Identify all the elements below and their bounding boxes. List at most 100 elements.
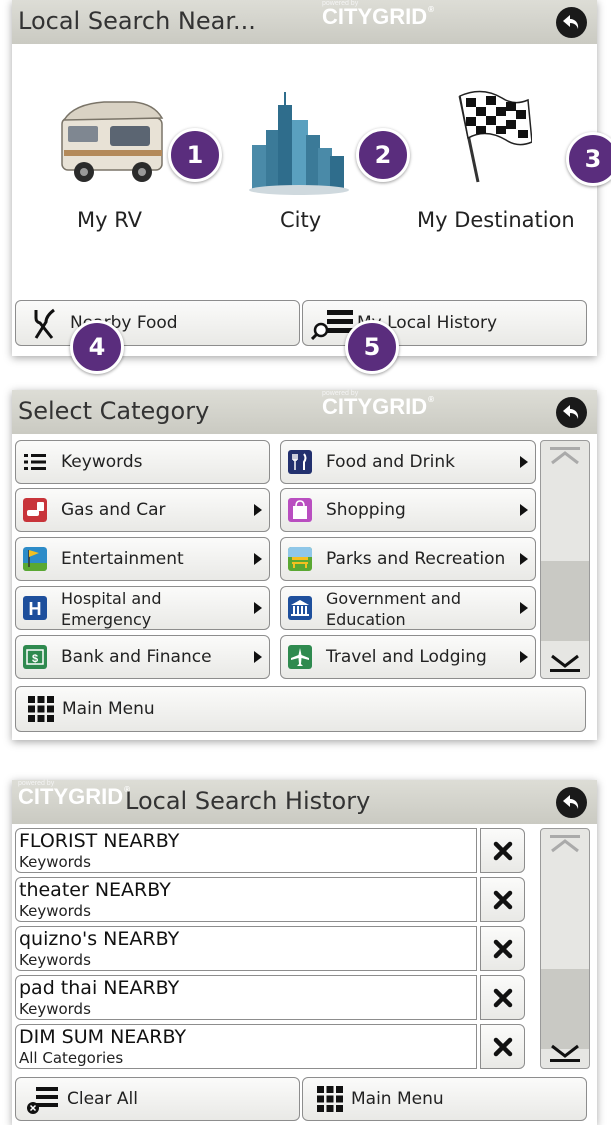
back-arrow-icon: [563, 15, 579, 29]
category-keywords[interactable]: Keywords: [15, 440, 270, 484]
category-label: Keywords: [61, 452, 143, 472]
category-food-and-drink[interactable]: Food and Drink: [280, 440, 536, 484]
page-title: Local Search Near...: [18, 7, 256, 35]
category-scrollbar[interactable]: [540, 440, 590, 679]
category-parks-and-recreation[interactable]: Parks and Recreation: [280, 537, 536, 581]
header-bar: Local Search Near... powered by CITYGRID®: [12, 0, 597, 44]
history-item[interactable]: DIM SUM NEARBY All Categories: [15, 1024, 525, 1069]
category-label: Government and Education: [326, 589, 461, 629]
history-category: Keywords: [19, 902, 91, 920]
close-icon: [493, 939, 513, 959]
scroll-down-icon[interactable]: [550, 1044, 580, 1062]
history-category: Keywords: [19, 1000, 91, 1018]
category-label: Food and Drink: [326, 452, 455, 472]
airplane-icon: [288, 645, 312, 669]
submenu-arrow-icon: [520, 651, 528, 663]
main-menu-button[interactable]: Main Menu: [302, 1077, 587, 1121]
history-term: FLORIST NEARBY: [19, 830, 180, 852]
clear-all-label: Clear All: [67, 1089, 138, 1109]
history-term: DIM SUM NEARBY: [19, 1026, 187, 1048]
submenu-arrow-icon: [520, 553, 528, 565]
city-skyline-icon: [249, 92, 349, 195]
main-menu-button[interactable]: Main Menu: [15, 686, 586, 732]
back-button[interactable]: [556, 397, 587, 428]
nearby-food-button[interactable]: Nearby Food: [15, 300, 300, 346]
option-my-destination[interactable]: 3 My Destination: [412, 62, 611, 242]
submenu-arrow-icon: [254, 602, 262, 614]
callout-badge-2: 2: [356, 128, 410, 182]
my-local-history-button[interactable]: My Local History: [302, 300, 587, 346]
delete-button[interactable]: [480, 877, 525, 922]
option-city[interactable]: 2 City: [232, 62, 412, 242]
history-term: pad thai NEARBY: [19, 977, 180, 999]
history-item[interactable]: pad thai NEARBY Keywords: [15, 975, 525, 1020]
category-label: Entertainment: [61, 549, 184, 569]
checkered-flag-icon: [458, 90, 532, 183]
category-label: Travel and Lodging: [326, 647, 487, 667]
submenu-arrow-icon: [520, 456, 528, 468]
category-hospital-and-emergency[interactable]: H Hospital and Emergency: [15, 586, 270, 630]
close-icon: [493, 841, 513, 861]
category-gas-and-car[interactable]: Gas and Car: [15, 488, 270, 532]
list-icon: [24, 454, 46, 470]
history-item-entry[interactable]: theater NEARBY Keywords: [15, 877, 477, 922]
back-button[interactable]: [556, 787, 587, 818]
delete-button[interactable]: [480, 975, 525, 1020]
scrollbar-thumb[interactable]: [541, 561, 589, 641]
category-label: Parks and Recreation: [326, 549, 506, 569]
bank-icon: $: [23, 645, 47, 669]
history-item-entry[interactable]: FLORIST NEARBY Keywords: [15, 828, 477, 873]
submenu-arrow-icon: [520, 504, 528, 516]
government-building-icon: [288, 596, 312, 620]
scroll-up-icon[interactable]: [550, 835, 580, 853]
scroll-down-icon[interactable]: [550, 654, 580, 672]
category-shopping[interactable]: Shopping: [280, 488, 536, 532]
delete-button[interactable]: [480, 1024, 525, 1069]
history-category: Keywords: [19, 853, 91, 871]
callout-badge-3: 3: [566, 132, 611, 186]
callout-badge-5: 5: [345, 320, 399, 374]
category-entertainment[interactable]: Entertainment: [15, 537, 270, 581]
option-my-rv[interactable]: 1 My RV: [32, 62, 222, 242]
history-term: quizno's NEARBY: [19, 928, 180, 950]
history-scrollbar[interactable]: [540, 828, 590, 1069]
callout-badge-4: 4: [70, 320, 124, 374]
history-item[interactable]: quizno's NEARBY Keywords: [15, 926, 525, 971]
history-term: theater NEARBY: [19, 879, 171, 901]
close-icon: [493, 988, 513, 1008]
shopping-bag-icon: [288, 498, 312, 522]
category-government-and-education[interactable]: Government and Education: [280, 586, 536, 630]
flag-icon: [23, 547, 47, 571]
delete-button[interactable]: [480, 828, 525, 873]
page-title: Local Search History: [125, 787, 371, 815]
category-label: Shopping: [326, 500, 406, 520]
category-travel-and-lodging[interactable]: Travel and Lodging: [280, 635, 536, 679]
history-item[interactable]: theater NEARBY Keywords: [15, 877, 525, 922]
back-arrow-icon: [563, 795, 579, 809]
delete-button[interactable]: [480, 926, 525, 971]
select-category-screen: Select Category powered by CITYGRID® Keyw…: [12, 390, 597, 740]
history-category: All Categories: [19, 1049, 124, 1067]
hospital-icon: H: [23, 596, 47, 620]
clear-all-button[interactable]: Clear All: [15, 1077, 300, 1121]
citygrid-logo: powered by CITYGRID®: [322, 0, 435, 29]
back-button[interactable]: [556, 7, 587, 38]
history-item-entry[interactable]: quizno's NEARBY Keywords: [15, 926, 477, 971]
history-item-entry[interactable]: DIM SUM NEARBY All Categories: [15, 1024, 477, 1069]
main-menu-label: Main Menu: [62, 699, 155, 719]
grid-menu-icon: [317, 1086, 343, 1112]
fork-knife-icon: [34, 308, 55, 339]
history-item-entry[interactable]: pad thai NEARBY Keywords: [15, 975, 477, 1020]
scrollbar-thumb[interactable]: [541, 969, 589, 1049]
header-bar: Select Category powered by CITYGRID®: [12, 390, 597, 434]
option-label: My Destination: [417, 208, 575, 232]
scroll-up-icon[interactable]: [550, 447, 580, 465]
history-item[interactable]: FLORIST NEARBY Keywords: [15, 828, 525, 873]
callout-badge-1: 1: [168, 128, 222, 182]
category-bank-and-finance[interactable]: $ Bank and Finance: [15, 635, 270, 679]
category-label: Gas and Car: [61, 500, 166, 520]
submenu-arrow-icon: [254, 651, 262, 663]
header-bar: powered by CITYGRID® Local Search History: [12, 780, 597, 824]
citygrid-logo: powered by CITYGRID®: [322, 390, 435, 419]
main-menu-label: Main Menu: [351, 1089, 444, 1109]
